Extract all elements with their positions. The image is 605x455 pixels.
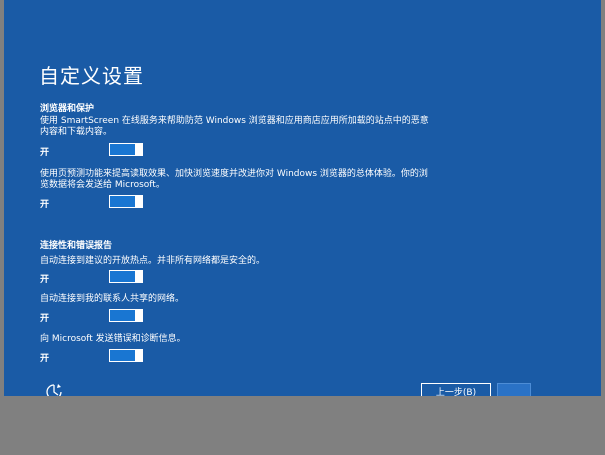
back-button[interactable]: 上一步(B) (421, 383, 491, 396)
setting-description-page-prediction: 使用页预测功能来提高读取效果、加快浏览速度并改进你对 Windows 浏览器的总… (40, 169, 428, 190)
setting-description-smartscreen: 使用 SmartScreen 在线服务来帮助防范 Windows 浏览器和应用商… (40, 116, 429, 137)
setting-description-open-hotspots: 自动连接到建议的开放热点。并非所有网络都是安全的。 (40, 256, 266, 266)
section-heading-connectivity: 连接性和错误报告 (40, 241, 113, 251)
toggle-state-label-open-hotspots: 开 (40, 275, 50, 285)
setup-screen: 自定义设置 浏览器和保护 使用 SmartScreen 在线服务来帮助防范 Wi… (4, 0, 601, 396)
toggle-thumb (135, 349, 142, 362)
toggle-error-reporting[interactable] (109, 349, 143, 362)
next-button[interactable] (497, 383, 531, 396)
toggle-open-hotspots[interactable] (109, 270, 143, 283)
toggle-thumb (135, 195, 142, 208)
toggle-thumb (135, 309, 142, 322)
toggle-state-label-page-prediction: 开 (40, 200, 50, 210)
footer-bar (0, 396, 605, 455)
toggle-smartscreen[interactable] (109, 143, 143, 156)
toggle-state-label-contact-networks: 开 (40, 314, 50, 324)
toggle-state-label-smartscreen: 开 (40, 148, 50, 158)
section-heading-browser: 浏览器和保护 (40, 104, 95, 114)
setting-description-error-reporting: 向 Microsoft 发送错误和诊断信息。 (40, 334, 186, 344)
toggle-state-label-error-reporting: 开 (40, 354, 50, 364)
toggle-thumb (135, 270, 142, 283)
toggle-contact-networks[interactable] (109, 309, 143, 322)
ease-of-access-icon[interactable] (44, 382, 64, 396)
setting-description-contact-networks: 自动连接到我的联系人共享的网络。 (40, 294, 185, 304)
toggle-page-prediction[interactable] (109, 195, 143, 208)
page-title: 自定义设置 (39, 64, 144, 88)
toggle-thumb (135, 143, 142, 156)
